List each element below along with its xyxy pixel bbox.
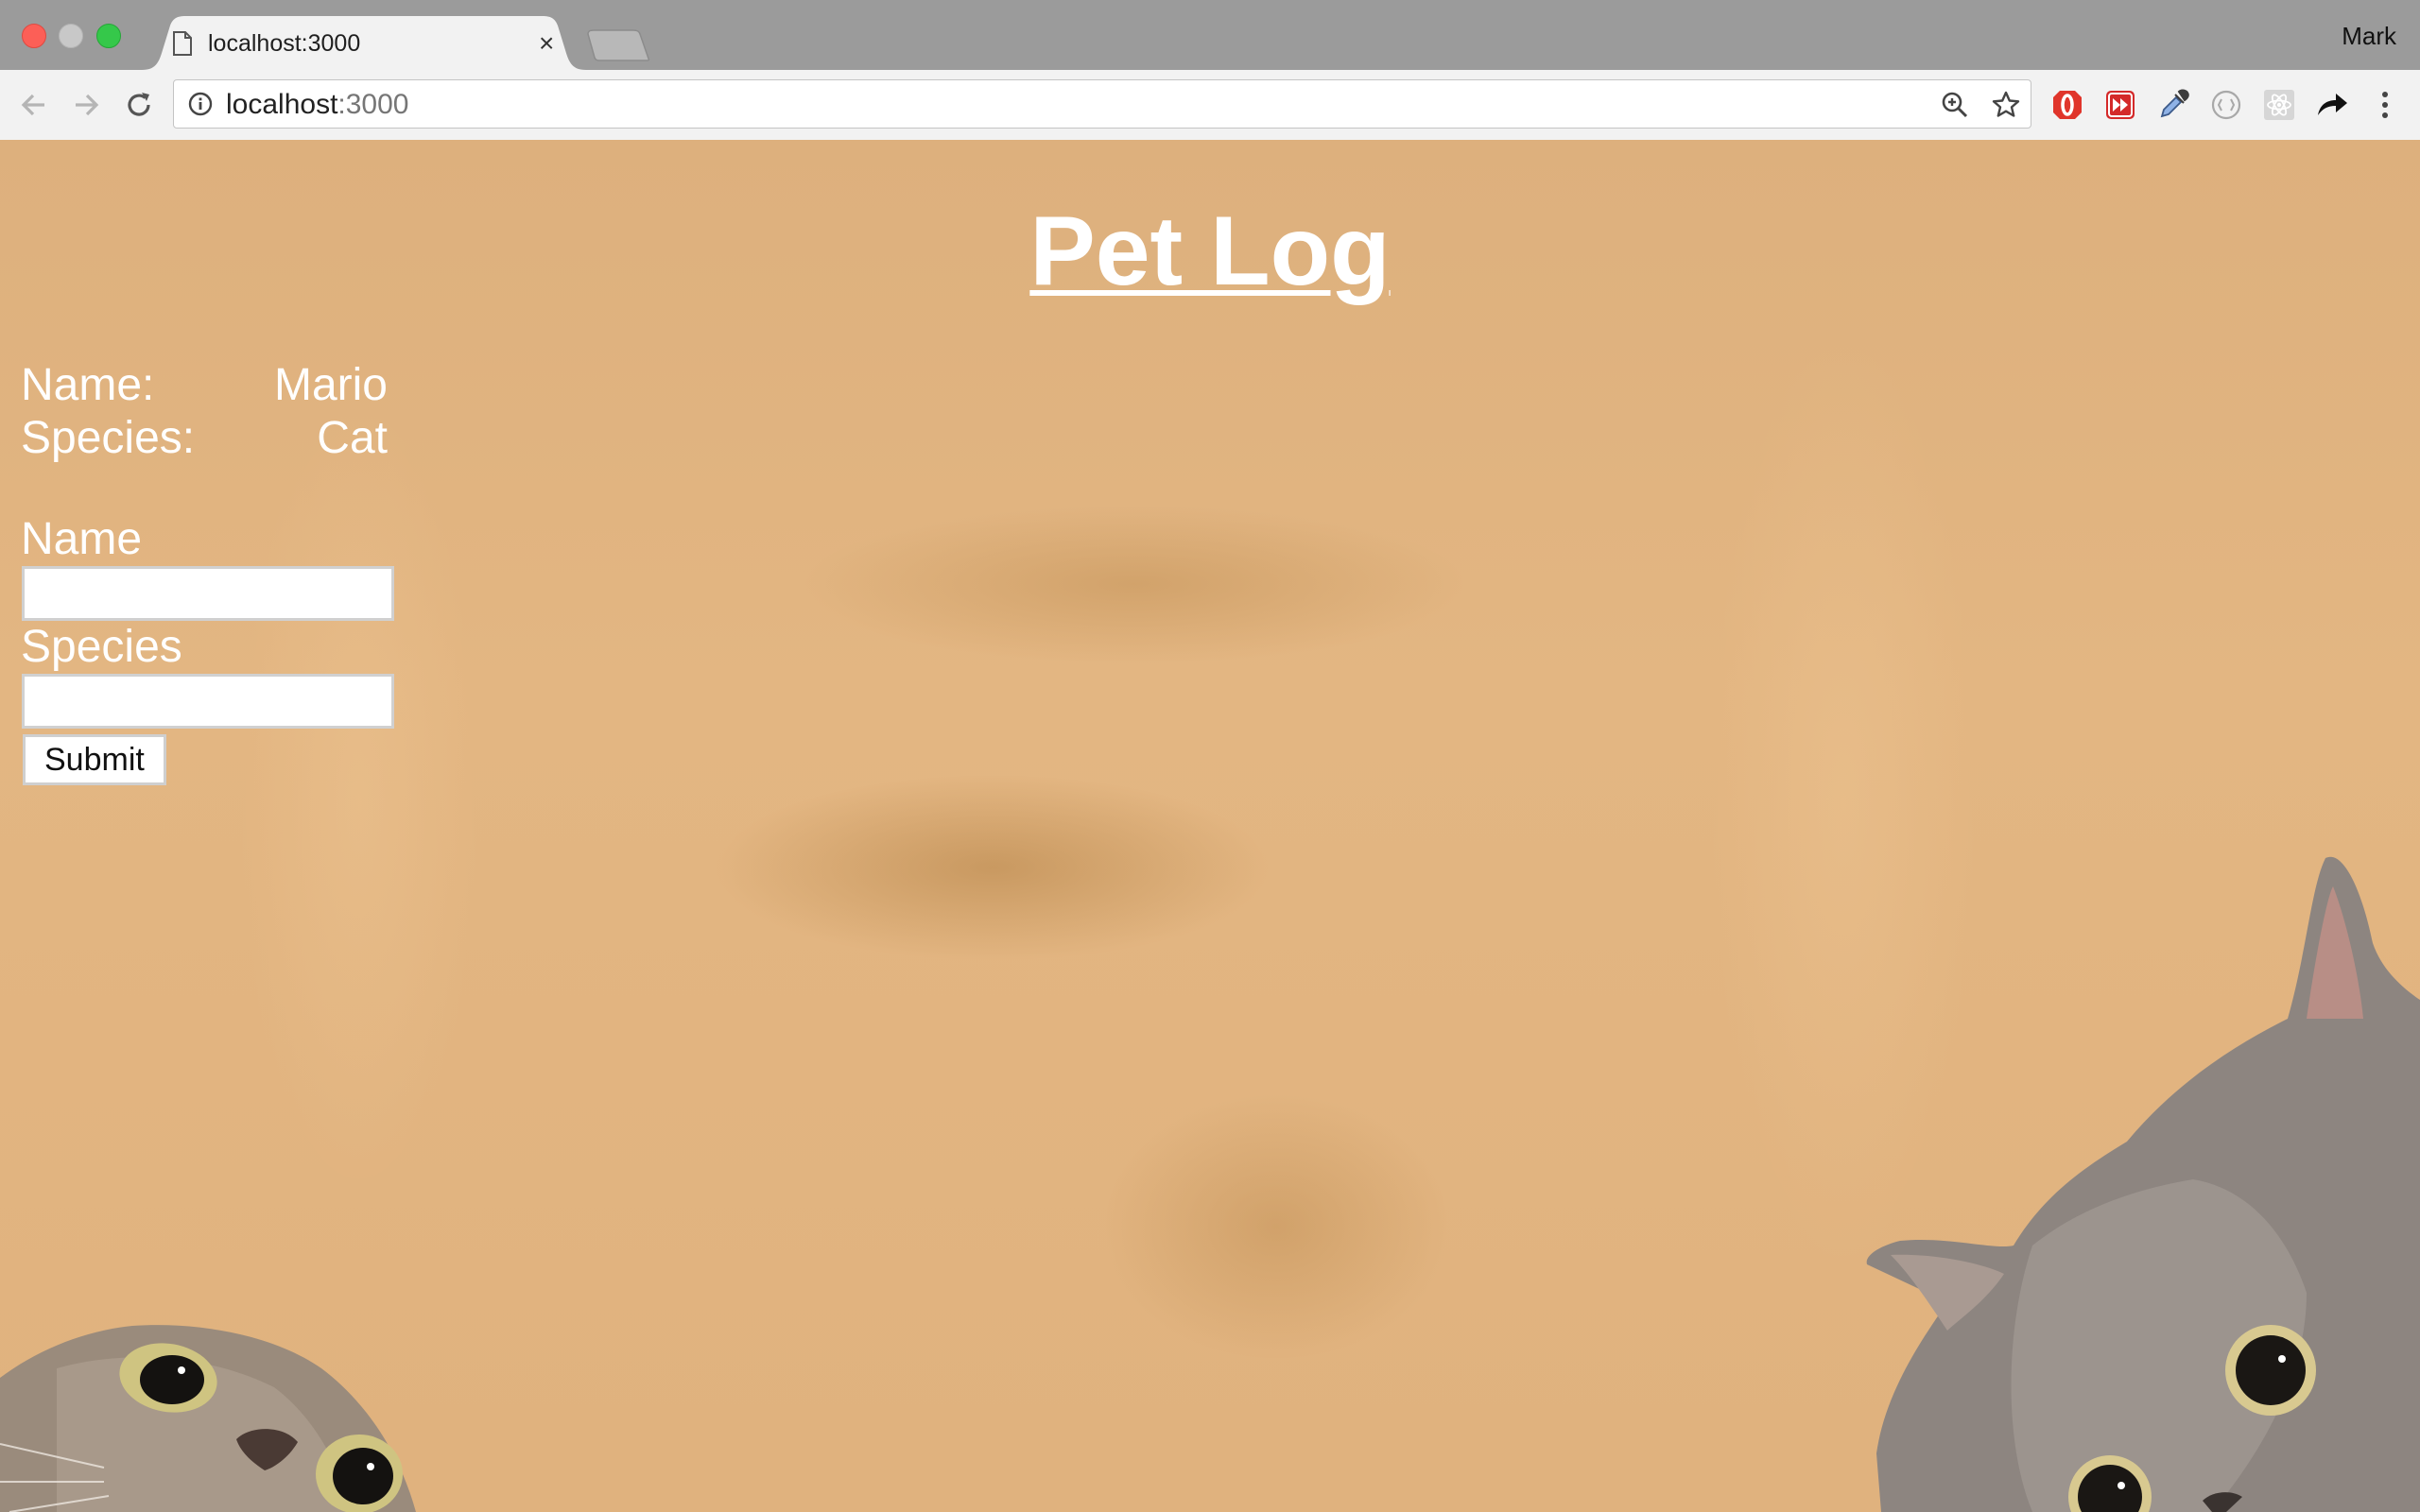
reload-icon[interactable] [121, 87, 157, 123]
share-arrow-icon[interactable] [2314, 87, 2350, 123]
tab-close-icon[interactable]: × [539, 28, 554, 59]
pet-name-row: Name: Mario [21, 359, 388, 412]
left-cat-illustration [0, 1325, 416, 1512]
pet-species-label: Species: [21, 413, 196, 463]
url-port: :3000 [337, 89, 409, 120]
address-url[interactable]: localhost:3000 [226, 89, 408, 121]
add-pet-form: Name Species Submit [21, 513, 394, 785]
right-cat-illustration [1866, 856, 2420, 1512]
tab-title: localhost:3000 [208, 30, 361, 57]
react-devtools-icon[interactable] [2261, 87, 2297, 123]
pet-name-value: Mario [273, 360, 388, 410]
name-field-label: Name [21, 514, 143, 564]
pet-species-row: Species: Cat [21, 412, 388, 465]
browser-tab-strip: localhost:3000 × Mark [0, 0, 2420, 70]
browser-toolbar: localhost:3000 [0, 70, 2420, 141]
new-tab-button[interactable] [586, 28, 652, 62]
info-icon[interactable] [187, 91, 214, 117]
pet-name-label: Name: [21, 360, 155, 410]
window-minimize-button[interactable] [59, 24, 83, 48]
url-host: localhost [226, 89, 338, 120]
profile-name[interactable]: Mark [2342, 21, 2396, 51]
name-input[interactable] [22, 566, 394, 621]
species-field-label: Species [21, 622, 182, 672]
browser-tab-active[interactable]: localhost:3000 × [142, 16, 586, 70]
address-bar[interactable]: localhost:3000 [173, 79, 2031, 129]
cat-background-image [0, 856, 2420, 1512]
eyedropper-icon[interactable] [2155, 87, 2191, 123]
forward-arrow-icon[interactable] [68, 87, 104, 123]
page-viewport: Pet Log Name: Mario Species: Cat Name Sp… [0, 140, 2420, 1512]
page-file-icon [173, 31, 192, 56]
bookmark-star-icon[interactable] [1991, 90, 2021, 120]
window-maximize-button[interactable] [96, 24, 121, 48]
page-title: Pet Log [1029, 197, 1391, 306]
submit-button[interactable]: Submit [23, 734, 166, 785]
kebab-menu-icon[interactable] [2367, 87, 2403, 123]
species-input[interactable] [22, 674, 394, 729]
pet-species-value: Cat [317, 413, 388, 463]
pet-details: Name: Mario Species: Cat [21, 359, 388, 465]
media-forward-icon[interactable] [2102, 87, 2138, 123]
opera-icon[interactable] [2049, 87, 2085, 123]
zoom-icon[interactable] [1940, 90, 1970, 120]
extension-icon[interactable] [2208, 87, 2244, 123]
back-arrow-icon[interactable] [16, 87, 52, 123]
window-close-button[interactable] [22, 24, 46, 48]
